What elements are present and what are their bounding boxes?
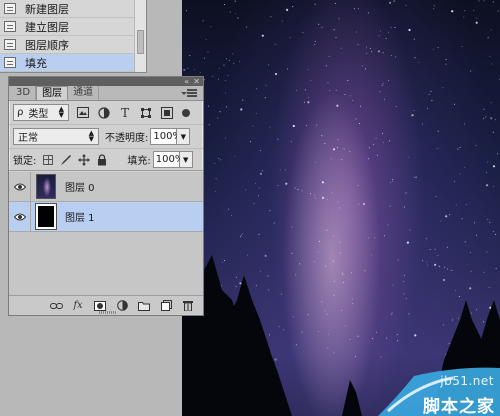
lock-position-icon[interactable] — [77, 153, 90, 166]
history-step-icon — [4, 3, 16, 14]
opacity-dropdown-icon[interactable]: ▼ — [177, 128, 191, 145]
eye-icon — [13, 213, 26, 220]
panel-bottom-toolbar: fx — [9, 295, 203, 315]
history-item-label: 建立图层 — [25, 20, 69, 34]
layer-thumbnail[interactable] — [36, 174, 56, 199]
watermark-site: jb51.net — [440, 374, 494, 388]
panel-titlebar[interactable]: « ✕ — [9, 77, 203, 86]
blend-row: 正常 ▲ ▼ 不透明度: 100% ▼ — [9, 125, 203, 149]
layer-name[interactable]: 图层 0 — [65, 179, 95, 194]
tab-3d[interactable]: 3D — [11, 86, 37, 100]
scrollbar-thumb[interactable] — [137, 30, 144, 54]
history-panel: 新建图层 建立图层 图层顺序 填充 — [0, 0, 147, 73]
type-layer-filter-icon[interactable]: T — [118, 106, 132, 120]
link-layers-icon[interactable] — [49, 300, 63, 312]
history-item-label: 新建图层 — [25, 2, 69, 16]
add-mask-icon[interactable] — [93, 300, 107, 312]
shape-layer-filter-icon[interactable] — [139, 106, 153, 120]
visibility-toggle[interactable] — [9, 171, 31, 202]
history-step-icon — [4, 21, 16, 32]
group-folder-icon[interactable] — [137, 300, 151, 312]
watermark-name: 脚本之家 — [423, 397, 495, 416]
history-item-selected[interactable]: 填充 — [0, 54, 146, 72]
panel-menu-icon[interactable] — [181, 89, 197, 97]
history-item[interactable]: 新建图层 — [0, 0, 146, 18]
layers-panel: « ✕ 3D 图层 通道 ρ 类型 ▲ ▼ T 正常 ▲ ▼ 不透明度: 100… — [8, 76, 204, 316]
smart-object-filter-icon[interactable] — [160, 106, 174, 120]
resize-grip[interactable] — [99, 311, 117, 314]
adjustment-layer-icon[interactable] — [115, 300, 129, 312]
blend-mode-value: 正常 — [18, 133, 38, 144]
lock-row: 锁定: 填充: 100% ▼ — [9, 149, 203, 171]
history-item-label: 填充 — [25, 56, 47, 70]
opacity-input[interactable]: 100% — [150, 128, 182, 145]
filter-toggle[interactable] — [180, 106, 192, 120]
filter-kind-select[interactable]: ρ 类型 ▲ ▼ — [13, 104, 69, 121]
adjustment-layer-filter-icon[interactable] — [97, 106, 111, 120]
history-item-label: 图层顺序 — [25, 38, 69, 52]
fill-label: 填充: — [127, 156, 151, 167]
updown-arrow-icon: ▲ ▼ — [58, 105, 64, 119]
layer-row-selected[interactable]: 图层 1 — [9, 201, 203, 232]
search-icon: ρ — [17, 107, 24, 118]
fill-dropdown-icon[interactable]: ▼ — [179, 151, 193, 168]
fill-input[interactable]: 100% — [152, 151, 184, 168]
night-sky-image — [182, 0, 500, 416]
history-step-icon — [4, 57, 16, 68]
lock-label: 锁定: — [13, 156, 37, 167]
history-item[interactable]: 建立图层 — [0, 18, 146, 36]
toggle-dot-icon — [182, 108, 190, 117]
lock-image-pixels-icon[interactable] — [59, 153, 72, 166]
layer-thumbnail[interactable] — [35, 203, 57, 230]
layers-list: 图层 0 图层 1 — [9, 171, 203, 298]
history-step-icon — [4, 39, 16, 50]
tab-channels[interactable]: 通道 — [68, 86, 100, 100]
layer-row[interactable]: 图层 0 — [9, 171, 203, 202]
eye-icon — [13, 183, 26, 190]
layer-style-fx-icon[interactable]: fx — [71, 300, 85, 312]
blend-mode-select[interactable]: 正常 ▲ ▼ — [13, 128, 99, 145]
tab-layers[interactable]: 图层 — [36, 86, 69, 100]
pixel-layer-filter-icon[interactable] — [76, 106, 90, 120]
close-icon[interactable]: ✕ — [193, 77, 200, 86]
delete-layer-icon[interactable] — [181, 300, 195, 312]
panel-tabs: 3D 图层 通道 — [9, 86, 203, 101]
visibility-toggle[interactable] — [9, 201, 31, 232]
lock-all-icon[interactable] — [95, 153, 108, 166]
document-canvas[interactable] — [182, 0, 500, 416]
layer-filter-row: ρ 类型 ▲ ▼ T — [9, 101, 203, 125]
site-watermark: jb51.net 脚本之家 — [378, 366, 500, 416]
new-layer-icon[interactable] — [159, 300, 173, 312]
layer-name[interactable]: 图层 1 — [65, 209, 95, 224]
history-scrollbar[interactable] — [134, 0, 146, 72]
collapse-icon[interactable]: « — [184, 77, 189, 86]
opacity-label: 不透明度: — [105, 133, 149, 144]
updown-arrow-icon: ▲ ▼ — [88, 129, 94, 143]
filter-kind-label: 类型 — [28, 109, 49, 120]
history-item[interactable]: 图层顺序 — [0, 36, 146, 54]
lock-transparent-pixels-icon[interactable] — [41, 153, 54, 166]
